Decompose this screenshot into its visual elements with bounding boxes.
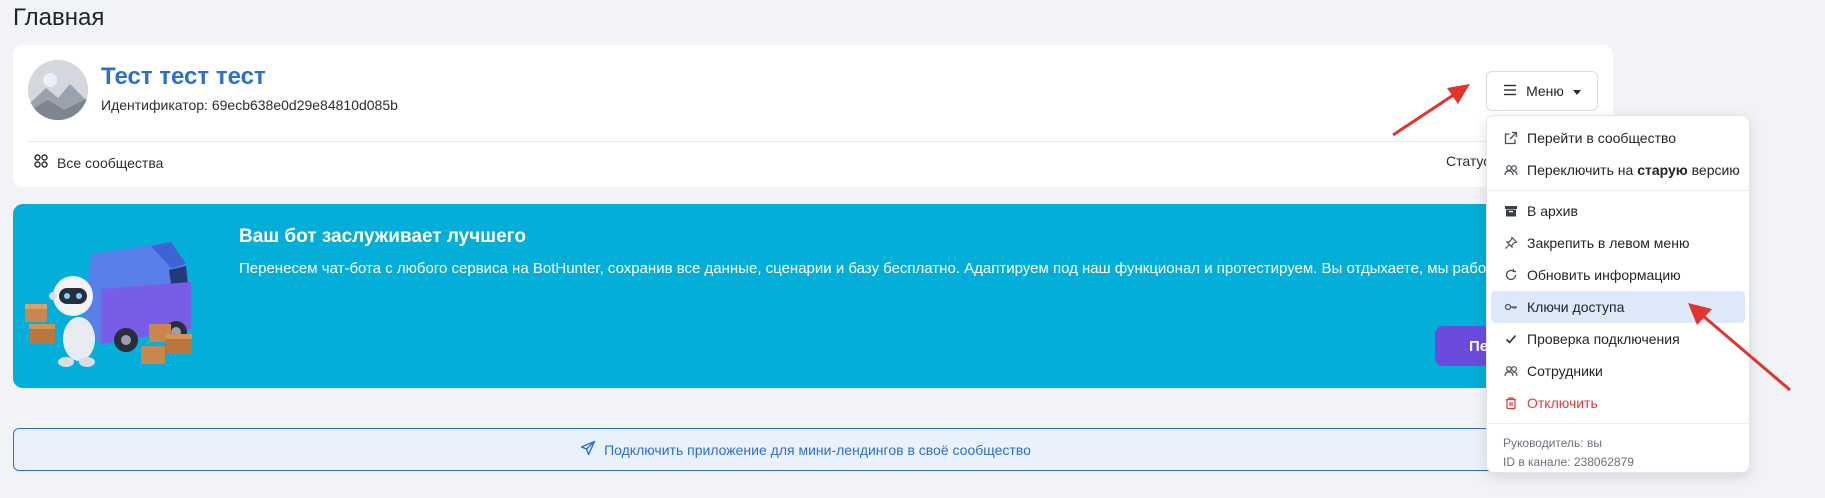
menu-item-go-to-community[interactable]: Перейти в сообщество <box>1491 122 1745 154</box>
menu-item-archive[interactable]: В архив <box>1491 195 1745 227</box>
menu-item-refresh[interactable]: Обновить информацию <box>1491 259 1745 291</box>
community-id: Идентификатор: 69ecb638e0d29e84810d085b <box>101 97 398 113</box>
menu-item-switch-version[interactable]: Переключить на старую версию <box>1491 154 1745 186</box>
external-link-icon <box>1503 130 1519 146</box>
page-title: Главная <box>13 4 105 31</box>
pin-icon <box>1503 235 1519 251</box>
menu-item-connection-check[interactable]: Проверка подключения <box>1491 323 1745 355</box>
menu-divider <box>1487 190 1749 191</box>
menu-dropdown: Перейти в сообщество Переключить на стар… <box>1486 115 1750 473</box>
menu-item-label: Ключи доступа <box>1527 299 1625 315</box>
menu-item-disconnect[interactable]: Отключить <box>1491 387 1745 419</box>
team-icon <box>1503 363 1519 379</box>
divider <box>28 141 1598 142</box>
avatar <box>28 60 88 120</box>
paper-plane-icon <box>580 440 596 459</box>
hamburger-icon <box>1503 83 1517 99</box>
community-card: Тест тест тест Идентификатор: 69ecb638e0… <box>13 45 1613 187</box>
manager-label: Руководитель: вы <box>1503 436 1602 450</box>
menu-item-staff[interactable]: Сотрудники <box>1491 355 1745 387</box>
trash-icon <box>1503 395 1519 411</box>
grid-icon <box>33 153 49 172</box>
status-label: Статус <box>1446 153 1491 169</box>
promo-banner: Ваш бот заслуживает лучшего Перенесем ча… <box>13 204 1598 388</box>
menu-item-label: Проверка подключения <box>1527 331 1680 347</box>
connect-mini-landing-button[interactable]: Подключить приложение для мини-лендингов… <box>13 428 1598 471</box>
menu-item-label: Обновить информацию <box>1527 267 1681 283</box>
menu-item-label: Переключить на старую версию <box>1527 162 1740 178</box>
menu-item-label: В архив <box>1527 203 1578 219</box>
menu-item-label: Перейти в сообщество <box>1527 130 1677 146</box>
van-robot-illustration <box>21 234 211 369</box>
menu-footer: Руководитель: вы ID в канале: 238062879 <box>1487 428 1749 478</box>
menu-item-label: Закрепить в левом меню <box>1527 235 1690 251</box>
all-communities-link[interactable]: Все сообщества <box>33 153 163 172</box>
banner-text: Перенесем чат-бота с любого сервиса на B… <box>239 260 1519 277</box>
community-name[interactable]: Тест тест тест <box>101 63 266 91</box>
menu-divider <box>1487 423 1749 424</box>
check-icon <box>1503 331 1519 347</box>
all-communities-label: Все сообщества <box>57 154 164 171</box>
connect-label: Подключить приложение для мини-лендингов… <box>604 441 1031 458</box>
menu-item-pin[interactable]: Закрепить в левом меню <box>1491 227 1745 259</box>
users-icon <box>1503 162 1519 178</box>
refresh-icon <box>1503 267 1519 283</box>
channel-id-label: ID в канале: 238062879 <box>1503 455 1634 469</box>
menu-button-label: Меню <box>1526 83 1564 99</box>
menu-item-access-keys[interactable]: Ключи доступа <box>1491 291 1745 323</box>
menu-button[interactable]: Меню <box>1486 71 1598 111</box>
caret-down-icon <box>1572 83 1581 99</box>
banner-title: Ваш бот заслуживает лучшего <box>239 226 526 247</box>
key-icon <box>1503 299 1519 315</box>
menu-item-label: Сотрудники <box>1527 363 1603 379</box>
archive-icon <box>1503 203 1519 219</box>
menu-item-label: Отключить <box>1527 395 1598 411</box>
